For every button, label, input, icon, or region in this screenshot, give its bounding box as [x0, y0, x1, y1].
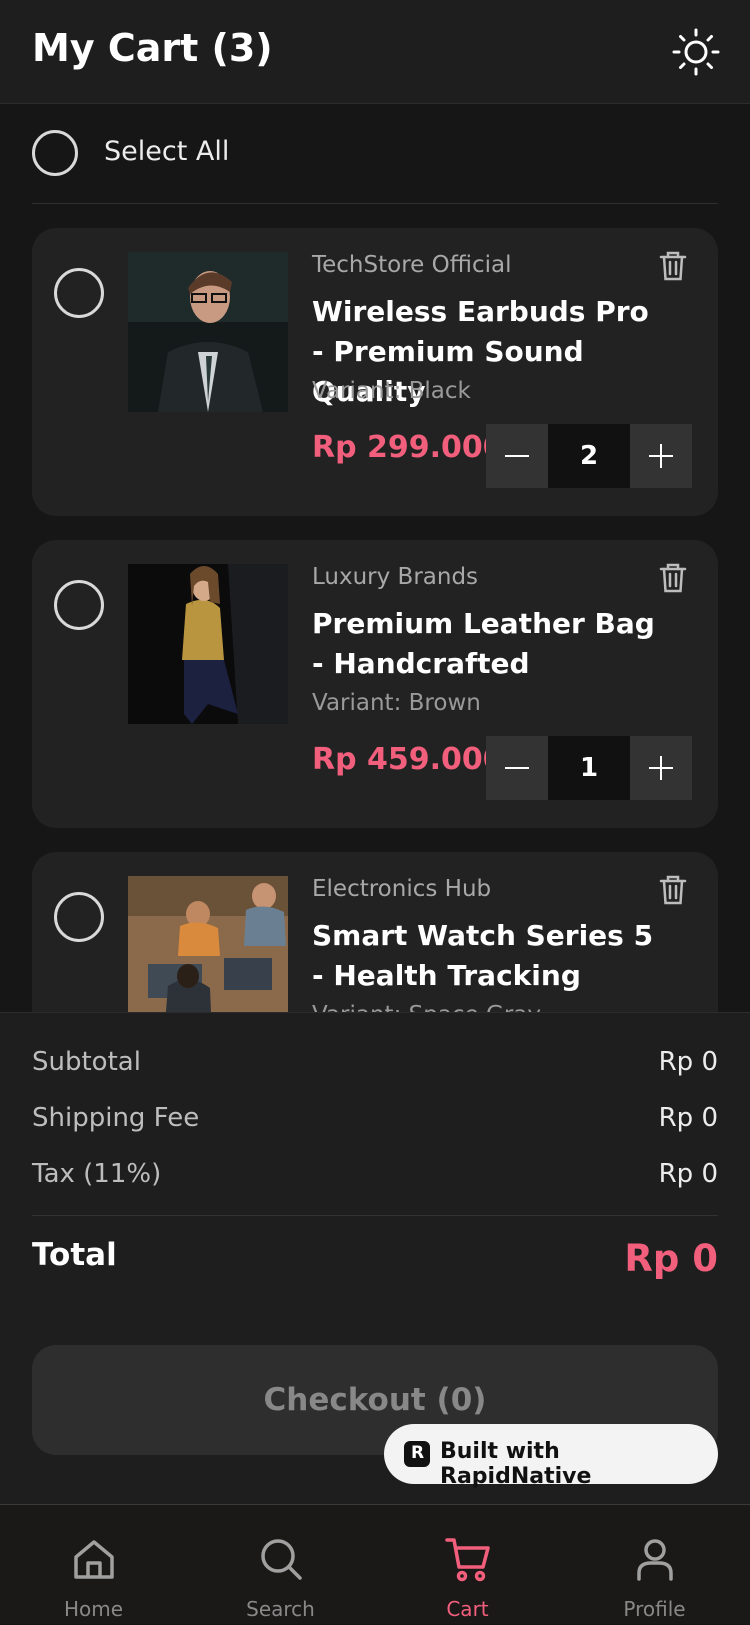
store-name: Luxury Brands — [312, 564, 479, 590]
summary-divider — [32, 1215, 718, 1216]
tab-label: Home — [63, 1597, 124, 1621]
quantity-value: 2 — [548, 424, 630, 488]
tax-value: Rp 0 — [658, 1159, 718, 1189]
product-variant: Variant: Black — [312, 378, 471, 404]
rapidnative-logo-icon — [404, 1441, 430, 1467]
product-name[interactable]: Premium Leather Bag - Handcrafted — [312, 604, 662, 684]
item-checkbox[interactable] — [54, 892, 104, 942]
tab-cart[interactable]: Cart — [374, 1505, 561, 1625]
cart-item: Luxury Brands Premium Leather Bag - Hand… — [32, 540, 718, 828]
quantity-value: 1 — [548, 736, 630, 800]
subtotal-label: Subtotal — [32, 1047, 141, 1077]
product-image — [128, 564, 288, 724]
item-checkbox[interactable] — [54, 268, 104, 318]
product-variant: Variant: Brown — [312, 690, 481, 716]
increase-button[interactable] — [630, 424, 692, 488]
product-image — [128, 252, 288, 412]
tab-label: Cart — [446, 1597, 489, 1621]
tab-search[interactable]: Search — [187, 1505, 374, 1625]
subtotal-value: Rp 0 — [658, 1047, 718, 1077]
select-all-row[interactable]: Select All — [32, 128, 718, 204]
user-icon — [637, 1539, 673, 1581]
product-price: Rp 459.000 — [312, 742, 504, 777]
trash-icon[interactable] — [658, 562, 688, 594]
product-price: Rp 299.000 — [312, 430, 504, 465]
tab-label: Profile — [623, 1597, 686, 1621]
subtotal-row: Subtotal Rp 0 — [32, 1047, 718, 1087]
page-title: My Cart (3) — [32, 26, 273, 70]
select-all-checkbox[interactable] — [32, 130, 78, 176]
decrease-button[interactable] — [486, 424, 548, 488]
sun-icon[interactable] — [668, 24, 724, 80]
total-label: Total — [32, 1237, 117, 1273]
shipping-row: Shipping Fee Rp 0 — [32, 1103, 718, 1143]
tax-label: Tax (11%) — [32, 1159, 162, 1189]
store-name: Electronics Hub — [312, 876, 492, 902]
store-name: TechStore Official — [312, 252, 512, 278]
bottom-tab-bar: Home Search Cart Profile — [0, 1504, 750, 1624]
app-header: My Cart (3) — [0, 0, 750, 104]
tab-profile[interactable]: Profile — [561, 1505, 748, 1625]
tax-row: Tax (11%) Rp 0 — [32, 1159, 718, 1199]
shipping-label: Shipping Fee — [32, 1103, 200, 1133]
tab-label: Search — [246, 1597, 315, 1621]
decrease-button[interactable] — [486, 736, 548, 800]
item-checkbox[interactable] — [54, 580, 104, 630]
select-all-label: Select All — [104, 136, 230, 167]
built-with-badge[interactable]: Built with RapidNative — [384, 1424, 718, 1489]
trash-icon[interactable] — [658, 874, 688, 906]
shipping-value: Rp 0 — [658, 1103, 718, 1133]
cart-item: TechStore Official Wireless Earbuds Pro … — [32, 228, 718, 516]
trash-icon[interactable] — [658, 250, 688, 282]
home-icon — [74, 1540, 114, 1579]
badge-label: Built with RapidNative — [440, 1439, 592, 1489]
product-name[interactable]: Smart Watch Series 5 - Health Tracking — [312, 916, 662, 996]
cart-icon — [445, 1538, 490, 1582]
search-icon — [261, 1539, 302, 1580]
total-value: Rp 0 — [624, 1237, 718, 1280]
increase-button[interactable] — [630, 736, 692, 800]
tab-home[interactable]: Home — [0, 1505, 187, 1625]
